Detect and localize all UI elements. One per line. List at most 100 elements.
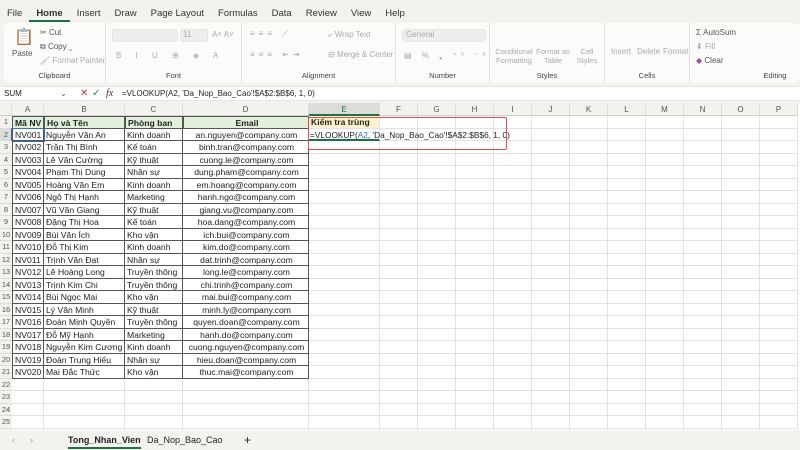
cell[interactable] <box>760 328 798 341</box>
cell[interactable] <box>646 228 684 241</box>
data-cell[interactable]: Truyền thông <box>125 278 183 291</box>
data-cell[interactable]: NV009 <box>12 228 44 241</box>
cell[interactable] <box>456 266 494 279</box>
cell[interactable] <box>646 353 684 366</box>
cell[interactable] <box>380 266 418 279</box>
column-header-d[interactable]: D <box>183 103 309 116</box>
cell[interactable] <box>646 266 684 279</box>
cell[interactable] <box>608 353 646 366</box>
cell[interactable] <box>456 316 494 329</box>
cell[interactable] <box>608 241 646 254</box>
cell[interactable] <box>532 253 570 266</box>
data-cell[interactable]: chi.trinh@company.com <box>183 278 309 291</box>
cell[interactable] <box>380 241 418 254</box>
cell[interactable] <box>570 166 608 179</box>
clear-button[interactable]: ◆ Clear <box>696 56 724 65</box>
cell[interactable] <box>722 253 760 266</box>
row-header-4[interactable]: 4 <box>0 153 12 166</box>
cell[interactable] <box>380 303 418 316</box>
data-cell[interactable]: NV014 <box>12 291 44 304</box>
cell[interactable] <box>760 241 798 254</box>
cell[interactable] <box>494 266 532 279</box>
column-header-n[interactable]: N <box>684 103 722 116</box>
row-header-3[interactable]: 3 <box>0 141 12 154</box>
data-cell[interactable]: Lê Hoàng Long <box>44 266 125 279</box>
data-cell[interactable]: NV003 <box>12 153 44 166</box>
header-cell[interactable]: Email <box>183 116 309 129</box>
cell[interactable] <box>608 366 646 379</box>
cell[interactable] <box>570 366 608 379</box>
cell[interactable] <box>183 403 309 416</box>
cell[interactable] <box>418 353 456 366</box>
insert-cells-button[interactable]: Insert <box>611 47 631 56</box>
cell[interactable] <box>494 341 532 354</box>
merge-center-button[interactable]: ⊟ Merge & Center <box>328 50 393 59</box>
cell[interactable] <box>418 416 456 429</box>
cell[interactable] <box>532 203 570 216</box>
cell[interactable] <box>456 216 494 229</box>
cell[interactable] <box>380 378 418 391</box>
cell[interactable] <box>760 278 798 291</box>
cell[interactable] <box>684 278 722 291</box>
sheet-tab-tong-nhan-vien[interactable]: Tong_Nhan_Vien <box>68 433 141 449</box>
cell[interactable] <box>608 253 646 266</box>
cell[interactable] <box>494 291 532 304</box>
cell[interactable] <box>608 228 646 241</box>
data-cell[interactable]: NV004 <box>12 166 44 179</box>
data-cell[interactable]: binh.tran@company.com <box>183 141 309 154</box>
data-cell[interactable]: Kỹ thuật <box>125 303 183 316</box>
cell[interactable] <box>380 216 418 229</box>
data-cell[interactable]: Bùi Văn Ích <box>44 228 125 241</box>
cell[interactable] <box>309 366 380 379</box>
row-header-12[interactable]: 12 <box>0 253 12 266</box>
cell[interactable] <box>380 416 418 429</box>
cell[interactable] <box>570 353 608 366</box>
cell[interactable] <box>722 416 760 429</box>
cell[interactable] <box>418 216 456 229</box>
cell[interactable] <box>608 266 646 279</box>
cell[interactable] <box>309 316 380 329</box>
cell[interactable] <box>760 353 798 366</box>
row-header-6[interactable]: 6 <box>0 178 12 191</box>
cell[interactable] <box>646 341 684 354</box>
select-all-corner[interactable] <box>0 103 12 116</box>
cell[interactable] <box>494 303 532 316</box>
cell[interactable] <box>722 291 760 304</box>
cell[interactable] <box>684 166 722 179</box>
cell[interactable] <box>684 191 722 204</box>
cell[interactable] <box>570 378 608 391</box>
sheet-tab-da-nop-bao-cao[interactable]: Da_Nop_Bao_Cao <box>147 433 223 447</box>
cell[interactable] <box>532 178 570 191</box>
cell[interactable] <box>684 316 722 329</box>
number-format-select[interactable]: General <box>402 29 486 42</box>
cell[interactable] <box>494 191 532 204</box>
cell[interactable] <box>494 203 532 216</box>
cell[interactable] <box>646 291 684 304</box>
data-cell[interactable]: Kinh doanh <box>125 241 183 254</box>
font-name-select[interactable] <box>112 29 178 42</box>
cell[interactable] <box>722 166 760 179</box>
cell[interactable] <box>309 228 380 241</box>
data-cell[interactable]: NV007 <box>12 203 44 216</box>
cell[interactable] <box>684 253 722 266</box>
cell[interactable] <box>760 303 798 316</box>
cell[interactable] <box>760 178 798 191</box>
data-cell[interactable]: Truyền thông <box>125 316 183 329</box>
data-cell[interactable]: Nguyễn Kim Cương <box>44 341 125 354</box>
cell[interactable] <box>380 403 418 416</box>
data-cell[interactable]: NV010 <box>12 241 44 254</box>
cell[interactable] <box>456 228 494 241</box>
cell[interactable] <box>684 203 722 216</box>
autosum-button[interactable]: Σ AutoSum <box>696 28 736 37</box>
data-cell[interactable]: ich.bui@company.com <box>183 228 309 241</box>
data-cell[interactable]: minh.ly@company.com <box>183 303 309 316</box>
cell[interactable] <box>494 378 532 391</box>
data-cell[interactable]: Nguyễn Văn An <box>44 128 125 141</box>
row-header-8[interactable]: 8 <box>0 203 12 216</box>
data-cell[interactable]: em.hoang@company.com <box>183 178 309 191</box>
justify-buttons[interactable]: ≡≡≡ ⇤⇥ <box>250 50 304 59</box>
cell[interactable] <box>309 403 380 416</box>
row-header-14[interactable]: 14 <box>0 278 12 291</box>
cell[interactable] <box>570 153 608 166</box>
cell[interactable] <box>456 178 494 191</box>
